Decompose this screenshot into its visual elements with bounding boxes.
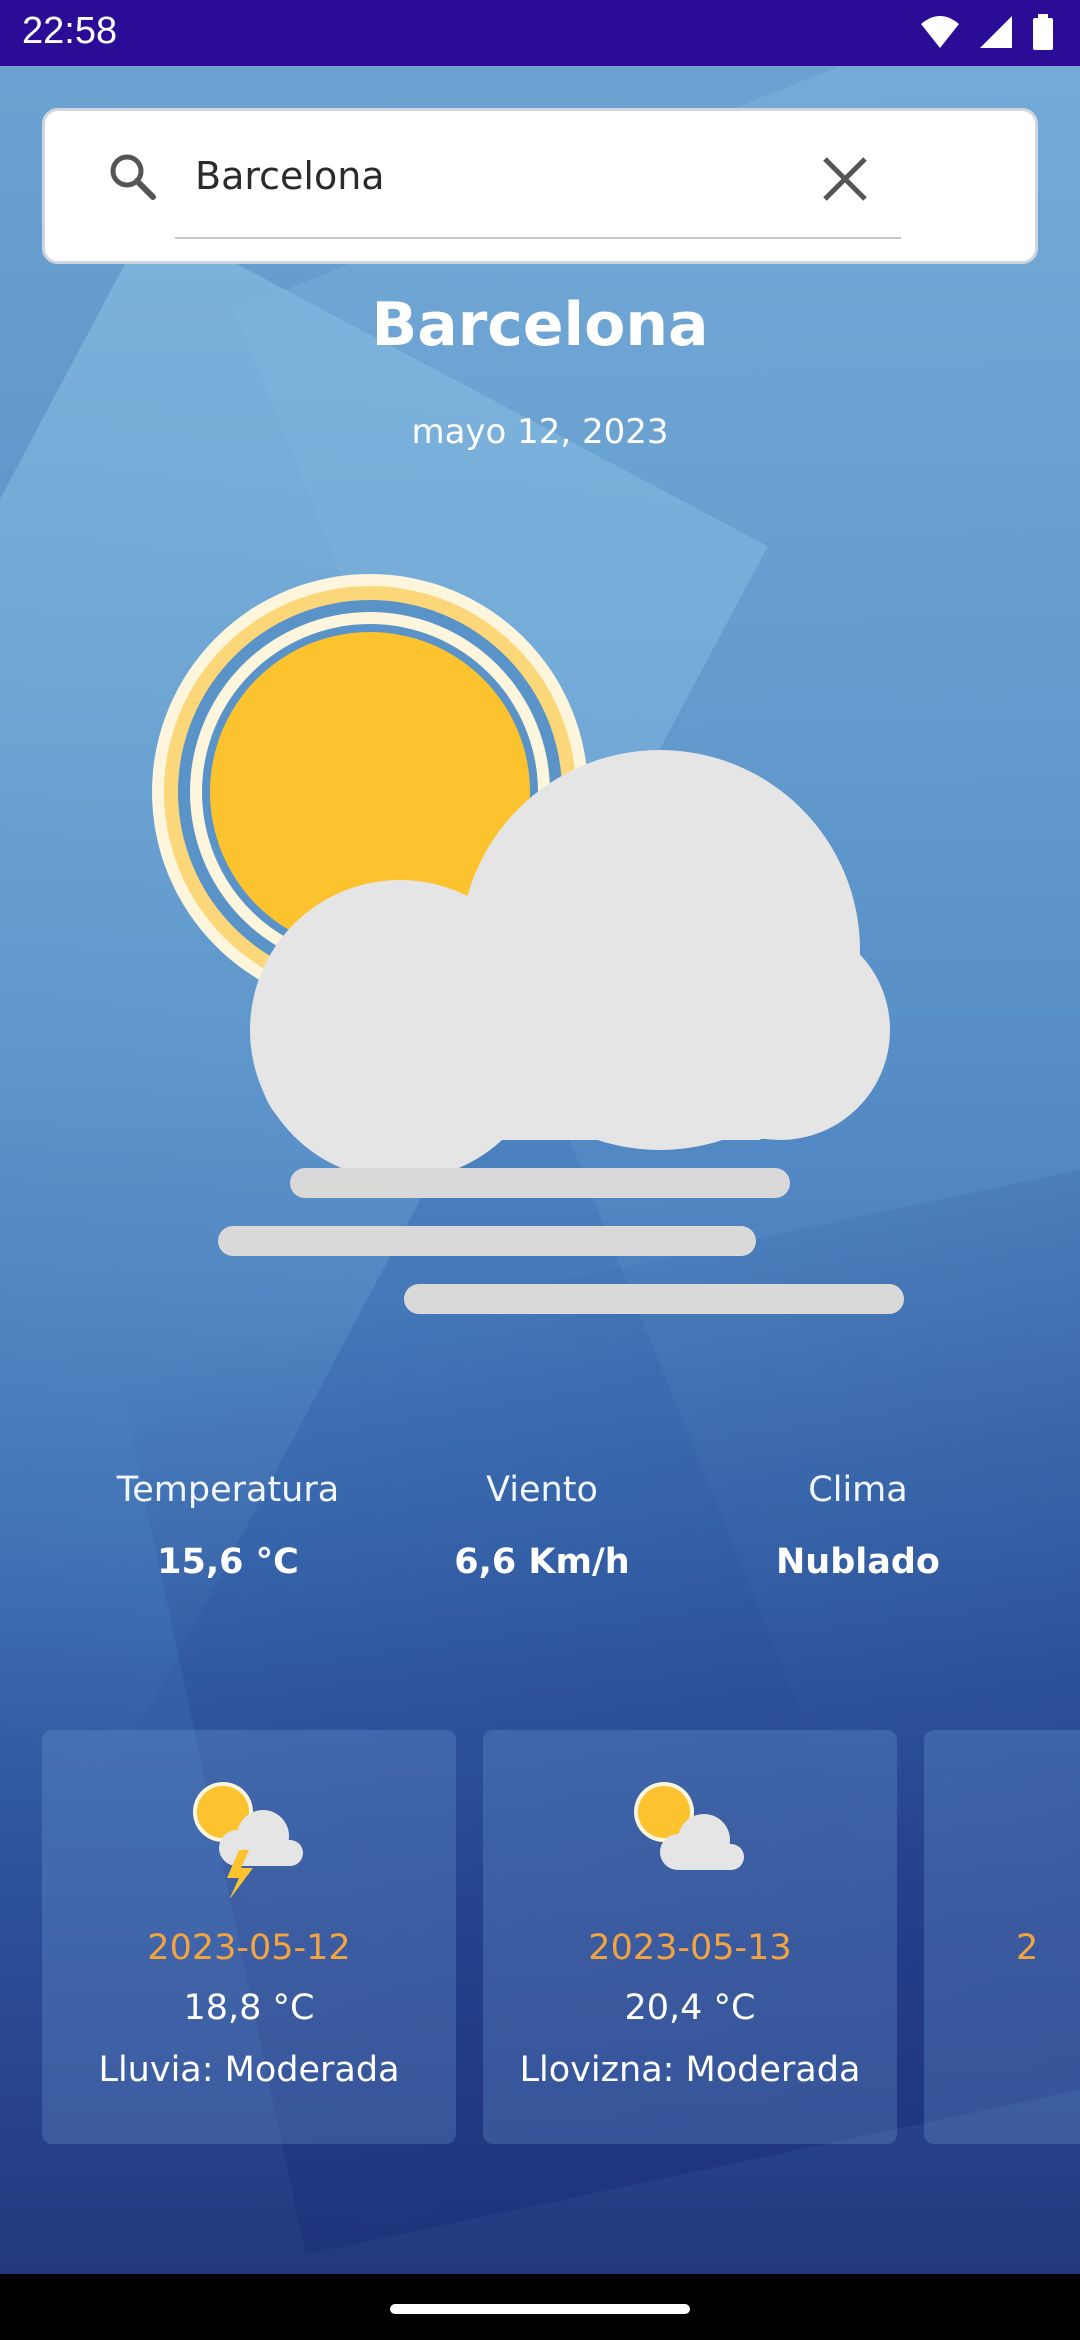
status-time: 22:58 xyxy=(22,10,118,52)
current-date: mayo 12, 2023 xyxy=(411,412,669,452)
current-stats: Temperatura 15,6 °C Viento 6,6 Km/h Clim… xyxy=(0,1470,1080,1630)
search-input[interactable] xyxy=(175,141,755,211)
forecast-date: 2023-05-13 xyxy=(588,1928,792,1968)
partly-cloudy-fog-icon xyxy=(152,574,904,1314)
close-icon[interactable] xyxy=(815,149,875,209)
stat-label: Viento xyxy=(486,1470,598,1510)
forecast-card[interactable]: 2023-05-12 18,8 °C Lluvia: Moderada xyxy=(42,1730,456,2144)
stat-label: Clima xyxy=(808,1470,908,1510)
search-underline xyxy=(175,237,901,239)
search-bar xyxy=(42,108,1038,264)
stat-temperature: Temperatura 15,6 °C xyxy=(68,1470,388,1582)
stat-value: Nublado xyxy=(776,1542,940,1582)
status-bar: 22:58 xyxy=(0,0,1080,66)
forecast-desc: Lluvia: Moderada xyxy=(98,2050,400,2090)
thunderstorm-partly-cloudy-icon xyxy=(193,1782,303,1898)
forecast-card[interactable]: 2 xyxy=(924,1730,1080,2144)
forecast-date: 2 xyxy=(1016,1928,1039,1968)
status-icons xyxy=(920,14,1054,50)
battery-icon xyxy=(1033,14,1053,50)
home-indicator[interactable] xyxy=(390,2304,690,2314)
stat-wind: Viento 6,6 Km/h xyxy=(382,1470,702,1582)
stat-label: Temperatura xyxy=(116,1470,340,1510)
weather-screen: 22:58 Barcelona mayo 12, 2023 xyxy=(0,0,1080,2340)
forecast-card[interactable]: 2023-05-13 20,4 °C Llovizna: Moderada xyxy=(483,1730,897,2144)
stat-value: 15,6 °C xyxy=(157,1542,299,1582)
forecast-temp: 20,4 °C xyxy=(624,1988,756,2028)
search-icon[interactable] xyxy=(103,147,163,207)
forecast-date: 2023-05-12 xyxy=(147,1928,351,1968)
stat-condition: Clima Nublado xyxy=(698,1470,1018,1582)
navigation-bar xyxy=(0,2274,1080,2340)
city-name: Barcelona xyxy=(371,290,709,360)
signal-icon xyxy=(980,16,1012,48)
stat-value: 6,6 Km/h xyxy=(454,1542,630,1582)
partly-cloudy-icon xyxy=(634,1782,744,1870)
forecast-list[interactable]: 2023-05-12 18,8 °C Lluvia: Moderada 2023… xyxy=(42,1730,1080,2144)
forecast-temp: 18,8 °C xyxy=(183,1988,315,2028)
forecast-desc: Llovizna: Moderada xyxy=(519,2050,861,2090)
wifi-icon xyxy=(921,16,959,48)
